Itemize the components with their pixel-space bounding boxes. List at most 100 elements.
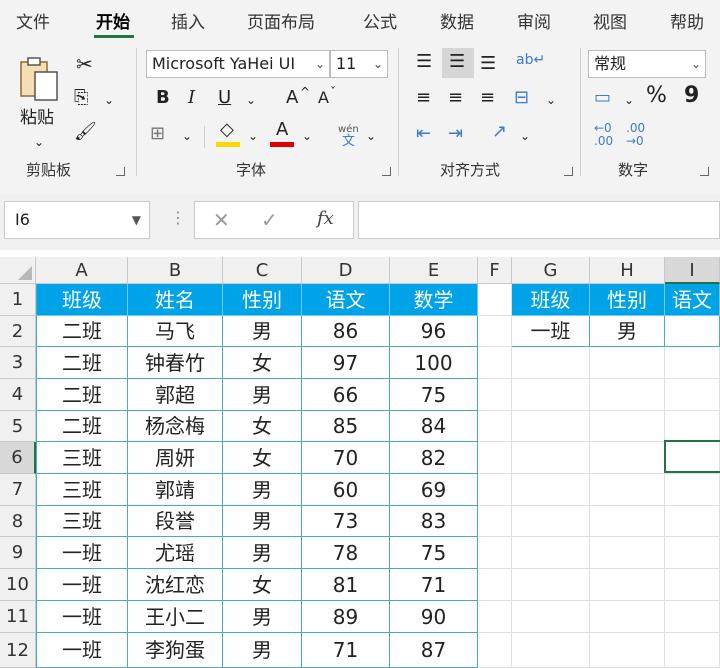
- criteria-cell[interactable]: 男: [590, 316, 665, 347]
- align-left-icon[interactable]: ≡: [416, 88, 431, 108]
- font-color-dropdown-icon[interactable]: ⌄: [302, 126, 312, 146]
- cell[interactable]: [478, 633, 512, 668]
- cell[interactable]: [590, 379, 665, 411]
- cell[interactable]: [665, 411, 720, 442]
- table-cell[interactable]: 男: [223, 474, 302, 506]
- paste-button[interactable]: 粘贴 ⌄: [14, 50, 64, 149]
- insert-function-icon[interactable]: fx: [317, 208, 334, 229]
- row-header[interactable]: 9: [0, 537, 36, 569]
- column-header[interactable]: E: [390, 257, 478, 284]
- cell[interactable]: [512, 347, 590, 379]
- table-cell[interactable]: 83: [390, 506, 478, 537]
- cell[interactable]: [512, 379, 590, 411]
- cell[interactable]: [478, 411, 512, 442]
- table-cell[interactable]: 69: [390, 474, 478, 506]
- borders-dropdown-icon[interactable]: ⌄: [182, 126, 192, 146]
- column-header[interactable]: A: [36, 257, 128, 284]
- table-cell[interactable]: 一班: [36, 633, 128, 668]
- table-cell[interactable]: 75: [390, 537, 478, 569]
- criteria-header-cell[interactable]: 班级: [512, 284, 590, 316]
- table-cell[interactable]: 60: [302, 474, 390, 506]
- table-cell[interactable]: 王小二: [128, 601, 223, 633]
- table-cell[interactable]: 二班: [36, 347, 128, 379]
- menu-data[interactable]: 数据: [440, 8, 474, 33]
- cell[interactable]: [665, 569, 720, 601]
- cell[interactable]: [478, 601, 512, 633]
- table-cell[interactable]: 86: [302, 316, 390, 347]
- cell[interactable]: [665, 379, 720, 411]
- alignment-launcher-icon[interactable]: [564, 167, 573, 176]
- font-family-select[interactable]: Microsoft YaHei UI ⌄: [146, 50, 330, 78]
- cell[interactable]: [590, 442, 665, 474]
- table-cell[interactable]: 100: [390, 347, 478, 379]
- table-cell[interactable]: 二班: [36, 316, 128, 347]
- row-header[interactable]: 7: [0, 474, 36, 506]
- table-cell[interactable]: 70: [302, 442, 390, 474]
- row-header[interactable]: 11: [0, 601, 36, 633]
- accounting-dropdown-icon[interactable]: ⌄: [624, 90, 634, 110]
- table-cell[interactable]: 女: [223, 569, 302, 601]
- cell[interactable]: [665, 537, 720, 569]
- table-cell[interactable]: 二班: [36, 379, 128, 411]
- table-cell[interactable]: 78: [302, 537, 390, 569]
- cell[interactable]: [512, 569, 590, 601]
- table-cell[interactable]: 男: [223, 379, 302, 411]
- criteria-header-cell[interactable]: 性别: [590, 284, 665, 316]
- table-cell[interactable]: 二班: [36, 411, 128, 442]
- table-cell[interactable]: 男: [223, 633, 302, 668]
- align-right-icon[interactable]: ≡: [480, 88, 495, 108]
- decrease-decimal-icon[interactable]: .00 →0: [626, 122, 645, 148]
- menu-page-layout[interactable]: 页面布局: [247, 8, 315, 33]
- selected-cell-I6[interactable]: [664, 440, 720, 473]
- cell[interactable]: [512, 633, 590, 668]
- table-cell[interactable]: 84: [390, 411, 478, 442]
- merge-center-icon[interactable]: ⊟: [514, 88, 529, 108]
- table-cell[interactable]: 85: [302, 411, 390, 442]
- table-cell[interactable]: 97: [302, 347, 390, 379]
- table-cell[interactable]: 男: [223, 537, 302, 569]
- row-header[interactable]: 4: [0, 379, 36, 411]
- cell[interactable]: [478, 442, 512, 474]
- accounting-format-icon[interactable]: ▭: [594, 88, 611, 108]
- menu-insert[interactable]: 插入: [171, 8, 205, 33]
- column-header[interactable]: B: [128, 257, 223, 284]
- copy-icon[interactable]: ⎘: [74, 88, 88, 108]
- cut-icon[interactable]: ✂: [76, 54, 93, 74]
- cell[interactable]: [512, 411, 590, 442]
- orientation-icon[interactable]: ↗: [492, 122, 507, 142]
- menu-file[interactable]: 文件: [16, 8, 50, 33]
- table-cell[interactable]: 90: [390, 601, 478, 633]
- table-cell[interactable]: 75: [390, 379, 478, 411]
- menu-home[interactable]: 开始: [96, 8, 130, 33]
- cell[interactable]: [512, 474, 590, 506]
- column-header[interactable]: D: [302, 257, 390, 284]
- table-cell[interactable]: 男: [223, 601, 302, 633]
- bold-button[interactable]: B: [156, 88, 170, 108]
- comma-style-button[interactable]: 9: [684, 85, 699, 107]
- table-cell[interactable]: 73: [302, 506, 390, 537]
- table-cell[interactable]: 沈红恋: [128, 569, 223, 601]
- cell[interactable]: [512, 601, 590, 633]
- align-center-icon[interactable]: ≡: [448, 88, 463, 108]
- cell[interactable]: [665, 347, 720, 379]
- increase-font-button[interactable]: A: [286, 88, 298, 108]
- cell[interactable]: [590, 601, 665, 633]
- table-cell[interactable]: 81: [302, 569, 390, 601]
- align-bottom-icon[interactable]: ☰: [480, 54, 496, 74]
- percent-style-button[interactable]: %: [646, 85, 667, 107]
- cell[interactable]: [512, 442, 590, 474]
- fill-color-dropdown-icon[interactable]: ⌄: [248, 126, 258, 146]
- decrease-indent-icon[interactable]: ⇤: [416, 124, 431, 144]
- column-header[interactable]: G: [512, 257, 590, 284]
- table-cell[interactable]: 段誉: [128, 506, 223, 537]
- table-cell[interactable]: 郭靖: [128, 474, 223, 506]
- cell[interactable]: [590, 474, 665, 506]
- increase-indent-icon[interactable]: ⇥: [448, 124, 463, 144]
- underline-button[interactable]: U: [218, 88, 231, 108]
- table-cell[interactable]: 杨念梅: [128, 411, 223, 442]
- clipboard-launcher-icon[interactable]: [116, 167, 125, 176]
- select-all-corner[interactable]: [0, 257, 36, 284]
- row-header[interactable]: 1: [0, 284, 36, 316]
- font-color-icon[interactable]: A: [276, 120, 288, 140]
- align-middle-button[interactable]: ☰: [442, 48, 474, 78]
